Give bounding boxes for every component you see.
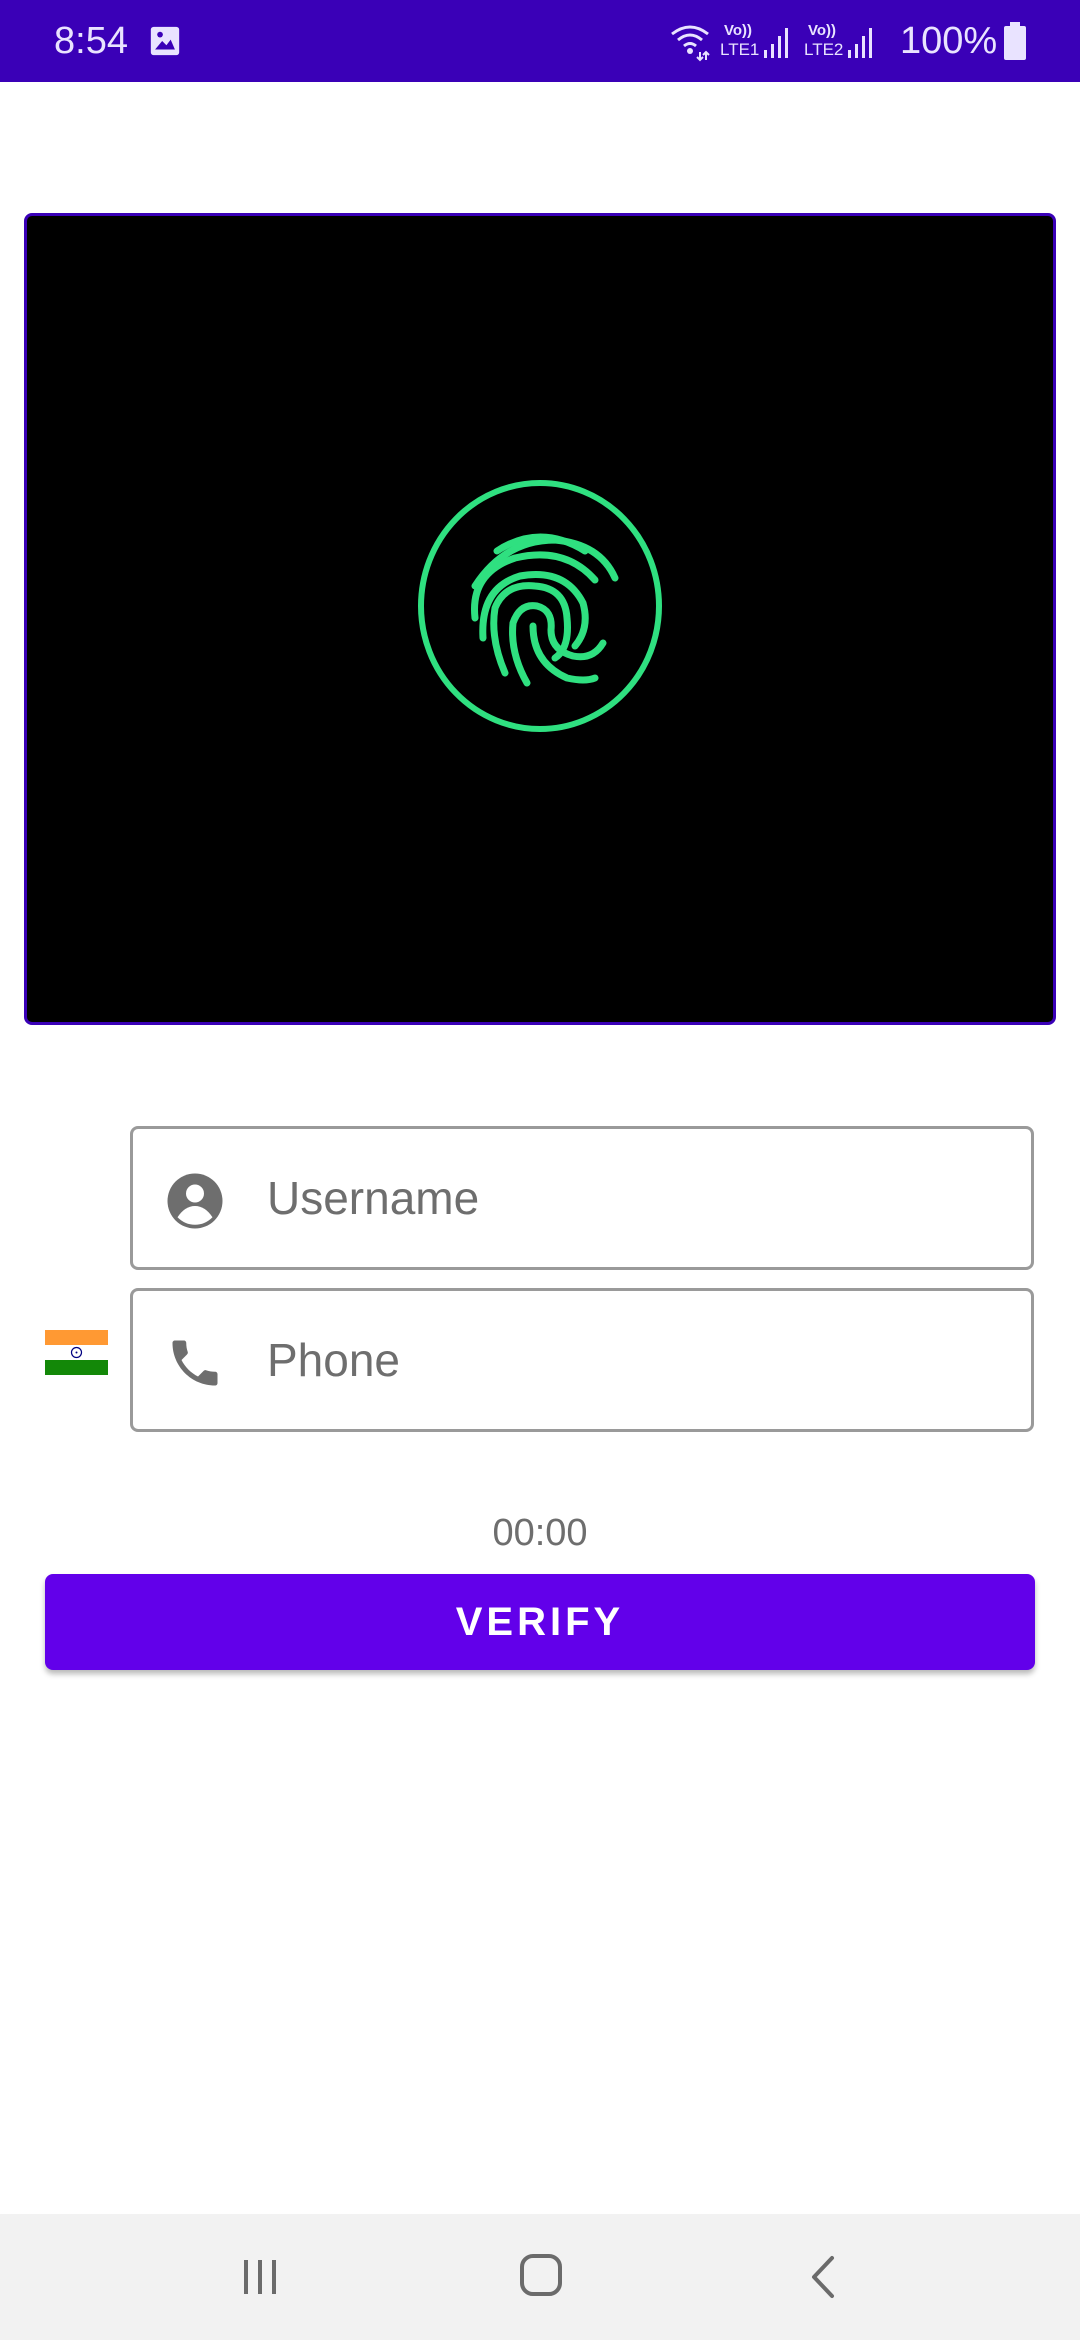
- status-bar: 8:54 Vo)) LTE1 Vo)) LTE2 100%: [0, 0, 1080, 82]
- fingerprint-icon[interactable]: [415, 478, 665, 734]
- status-time: 8:54: [54, 20, 128, 62]
- signal-icon: [764, 28, 788, 58]
- sim2-indicator: Vo)) LTE2: [800, 22, 878, 64]
- account-circle-icon: [167, 1173, 223, 1229]
- username-input[interactable]: Username: [267, 1129, 479, 1267]
- verify-button[interactable]: VERIFY: [45, 1574, 1035, 1670]
- recents-icon[interactable]: [236, 2252, 284, 2302]
- countdown-timer: 00:00: [492, 1512, 588, 1554]
- sim2-lte-label: LTE2: [804, 40, 844, 59]
- sim2-volte-label: Vo)): [808, 22, 837, 39]
- back-icon[interactable]: [800, 2252, 846, 2302]
- phone-input[interactable]: Phone: [267, 1291, 400, 1429]
- home-icon[interactable]: [516, 2250, 566, 2300]
- wifi-icon: [671, 25, 710, 62]
- phone-icon: [172, 1340, 218, 1386]
- sim1-lte-label: LTE1: [720, 40, 760, 59]
- navigation-bar: [0, 2214, 1080, 2340]
- phone-field[interactable]: Phone: [130, 1288, 1034, 1432]
- battery-percentage: 100%: [900, 20, 998, 62]
- india-flag-icon[interactable]: [45, 1330, 108, 1375]
- camera-preview[interactable]: [24, 213, 1056, 1025]
- gallery-icon: [150, 26, 180, 56]
- signal-icon: [848, 28, 872, 58]
- battery-icon: [1004, 22, 1026, 60]
- sim1-indicator: Vo)) LTE1: [716, 22, 794, 64]
- sim1-volte-label: Vo)): [724, 22, 753, 39]
- username-field[interactable]: Username: [130, 1126, 1034, 1270]
